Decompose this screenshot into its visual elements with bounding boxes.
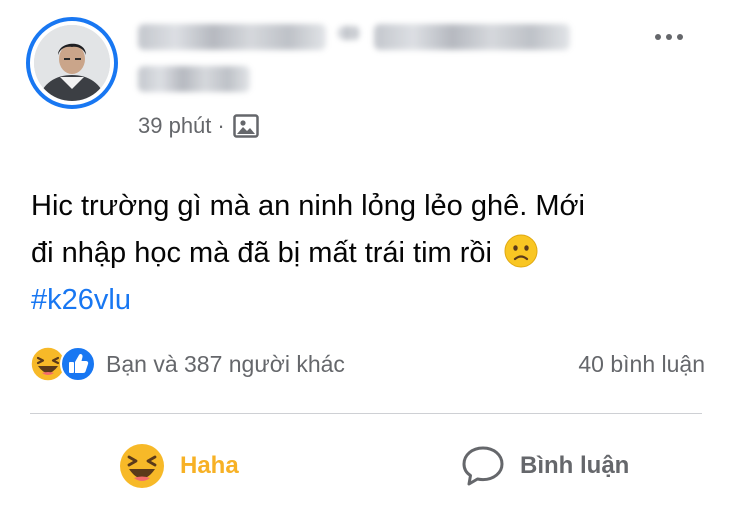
post-timestamp[interactable]: 39 phút xyxy=(138,113,211,139)
person-photo-icon xyxy=(34,25,110,101)
post-text-line-2: đi nhập học mà đã bị mất trái tim rồi xyxy=(31,230,711,277)
reactions-row: Bạn và 387 người khác 40 bình luận xyxy=(30,342,705,386)
post-text: Hic trường gì mà an ninh lỏng lẻo ghê. M… xyxy=(31,183,711,324)
haha-label: Haha xyxy=(180,452,239,479)
post-text-line-2-content: đi nhập học mà đã bị mất trái tim rồi xyxy=(31,237,492,269)
comment-button[interactable]: Bình luận xyxy=(460,440,629,492)
more-options-button[interactable] xyxy=(646,22,692,52)
profile-avatar-ring[interactable] xyxy=(26,17,118,109)
comment-label: Bình luận xyxy=(520,452,630,479)
reaction-icons[interactable] xyxy=(30,346,96,382)
haha-reaction-button[interactable]: Haha xyxy=(118,440,239,492)
sad-face-emoji-icon xyxy=(504,234,538,268)
meta-separator: · xyxy=(217,113,225,138)
reaction-summary[interactable]: Bạn và 387 người khác xyxy=(106,351,345,378)
comment-count[interactable]: 40 bình luận xyxy=(578,351,705,378)
image-icon xyxy=(232,114,259,138)
comment-icon xyxy=(462,446,504,486)
like-icon xyxy=(60,346,96,382)
more-dot-icon xyxy=(655,34,661,40)
haha-icon xyxy=(120,444,164,488)
hashtag-link[interactable]: #k26vlu xyxy=(31,277,711,324)
avatar[interactable] xyxy=(34,25,110,101)
more-dot-icon xyxy=(677,34,683,40)
blurred-author-name[interactable] xyxy=(132,20,602,110)
divider xyxy=(30,413,702,414)
post-text-line-1: Hic trường gì mà an ninh lỏng lẻo ghê. M… xyxy=(31,190,585,222)
post-meta: 39 phút · xyxy=(138,113,259,139)
more-dot-icon xyxy=(666,34,672,40)
